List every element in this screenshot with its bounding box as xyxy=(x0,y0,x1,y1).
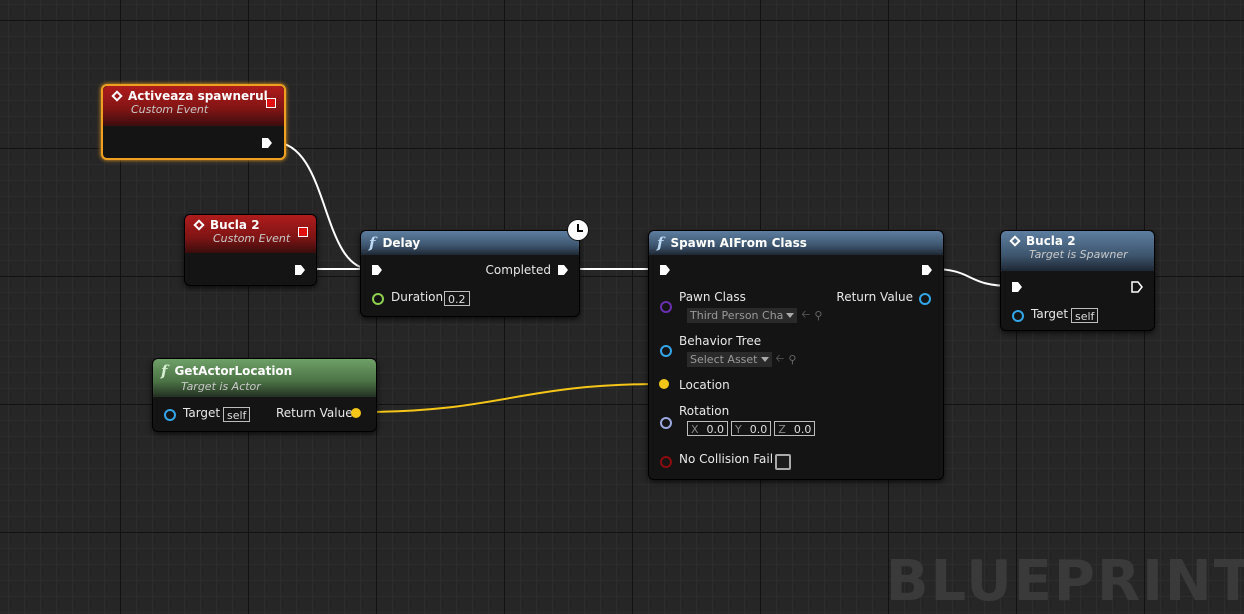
duration-label: Duration xyxy=(391,290,444,304)
rotation-z-field[interactable]: Z 0.0 xyxy=(774,421,816,436)
node-subtitle: Custom Event xyxy=(213,232,291,245)
return-value-pin[interactable] xyxy=(919,293,931,305)
node-get-actor-location[interactable]: f GetActorLocation Target is Actor Target… xyxy=(152,358,377,432)
event-diamond-icon xyxy=(111,90,123,102)
arrow-left-icon[interactable]: 🡠 xyxy=(776,350,785,369)
target-pin[interactable] xyxy=(1012,310,1024,322)
exec-out-pin[interactable] xyxy=(921,264,933,276)
event-diamond-icon xyxy=(193,219,205,231)
node-subtitle: Custom Event xyxy=(131,103,209,116)
behavior-tree-value: Select Asset xyxy=(690,353,758,366)
rotation-x-field[interactable]: X 0.0 xyxy=(687,421,729,436)
node-header: Bucla 2 Target is Spawner xyxy=(1001,231,1154,271)
node-title: Spawn AIFrom Class xyxy=(670,236,807,250)
return-value-label: Return Value xyxy=(276,406,353,420)
delegate-pin[interactable] xyxy=(298,227,308,237)
function-icon: f xyxy=(657,234,664,252)
location-pin[interactable] xyxy=(659,379,669,389)
delegate-pin[interactable] xyxy=(266,98,276,108)
location-label: Location xyxy=(679,378,730,392)
latent-clock-icon xyxy=(567,219,589,241)
behavior-tree-label: Behavior Tree xyxy=(679,334,762,348)
rotation-label: Rotation xyxy=(679,404,730,418)
vector-wire-location[interactable] xyxy=(361,383,661,413)
node-delay[interactable]: f Delay Completed Duration 0.2 xyxy=(360,230,580,317)
search-icon[interactable]: ⚲ xyxy=(814,309,822,322)
exec-out-pin[interactable] xyxy=(261,137,273,149)
no-collision-fail-pin[interactable] xyxy=(660,456,672,468)
rotation-y-field[interactable]: Y 0.0 xyxy=(731,421,772,436)
completed-exec-pin[interactable] xyxy=(557,264,569,276)
target-self-field: self xyxy=(223,407,251,422)
exec-in-pin[interactable] xyxy=(1011,281,1023,293)
duration-input[interactable]: 0.2 xyxy=(444,291,470,306)
node-header: f GetActorLocation Target is Actor xyxy=(153,359,376,397)
node-header: Activeaza spawnerul Custom Event xyxy=(103,86,284,126)
blueprint-watermark: BLUEPRINT xyxy=(885,549,1244,614)
search-icon[interactable]: ⚲ xyxy=(788,353,796,366)
pawn-class-value: Third Person Cha xyxy=(690,309,784,322)
node-title: Activeaza spawnerul xyxy=(128,89,268,103)
node-header: f Delay xyxy=(361,231,579,255)
target-self-field: self xyxy=(1071,308,1099,323)
chevron-down-icon xyxy=(786,313,795,318)
node-title: Bucla 2 xyxy=(1026,234,1076,248)
no-collision-fail-label: No Collision Fail xyxy=(679,452,774,466)
completed-label: Completed xyxy=(485,263,551,277)
behavior-tree-pin[interactable] xyxy=(660,345,672,357)
function-icon: f xyxy=(369,234,376,252)
node-spawn-ai-from-class[interactable]: f Spawn AIFrom Class Pawn Class Third Per… xyxy=(648,230,944,480)
event-diamond-icon xyxy=(1009,235,1021,247)
arrow-left-icon[interactable]: 🡠 xyxy=(801,306,810,325)
pawn-class-pin[interactable] xyxy=(660,301,672,313)
node-header: f Spawn AIFrom Class xyxy=(649,231,943,255)
pawn-class-label: Pawn Class xyxy=(679,290,746,304)
duration-pin[interactable] xyxy=(372,293,384,305)
node-subtitle: Target is Actor xyxy=(181,380,261,393)
node-bucla2-call[interactable]: Bucla 2 Target is Spawner Target self xyxy=(1000,230,1155,331)
node-title: Delay xyxy=(382,236,421,250)
pawn-class-select[interactable]: Third Person Cha 🡠 ⚲ xyxy=(687,306,822,325)
exec-out-pin[interactable] xyxy=(294,264,306,276)
node-header: Bucla 2 Custom Event xyxy=(185,215,316,253)
return-value-pin[interactable] xyxy=(351,408,361,418)
chevron-down-icon xyxy=(760,357,769,362)
node-bucla2-event[interactable]: Bucla 2 Custom Event xyxy=(184,214,317,286)
target-label: Target xyxy=(1031,307,1069,321)
target-label: Target xyxy=(183,406,221,420)
exec-in-pin[interactable] xyxy=(659,264,671,276)
node-title: GetActorLocation xyxy=(174,364,293,378)
rotation-pin[interactable] xyxy=(660,417,672,429)
exec-in-pin[interactable] xyxy=(371,264,383,276)
rotation-vector-input: X 0.0 Y 0.0 Z 0.0 xyxy=(687,421,816,436)
return-value-label: Return Value xyxy=(836,290,913,304)
exec-out-pin[interactable] xyxy=(1131,281,1143,293)
node-activeaza-spawnerul[interactable]: Activeaza spawnerul Custom Event xyxy=(101,84,286,160)
behavior-tree-select[interactable]: Select Asset 🡠 ⚲ xyxy=(687,350,796,369)
no-collision-fail-checkbox[interactable] xyxy=(775,454,791,470)
node-subtitle: Target is Spawner xyxy=(1029,248,1128,261)
function-icon: f xyxy=(161,362,168,380)
node-title: Bucla 2 xyxy=(210,218,260,232)
target-pin[interactable] xyxy=(164,409,176,421)
